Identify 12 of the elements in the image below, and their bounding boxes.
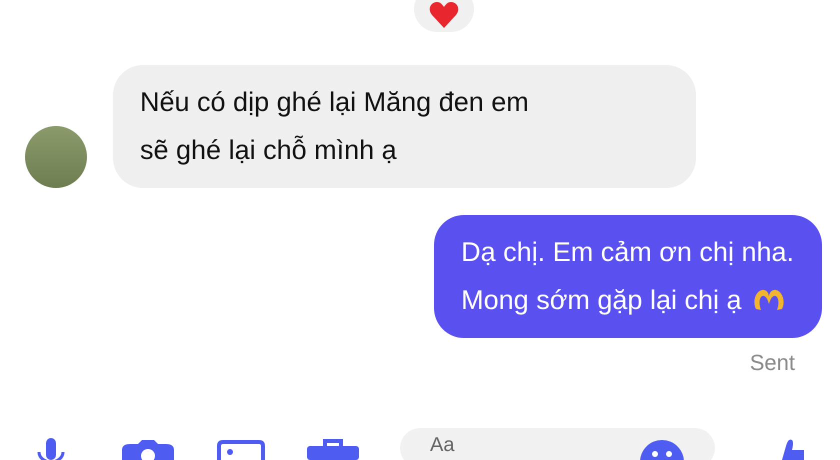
message-input[interactable]: Aa — [400, 428, 715, 460]
image-icon[interactable] — [217, 440, 265, 460]
message-status: Sent — [750, 350, 795, 376]
briefcase-icon[interactable] — [307, 438, 359, 460]
message-text: Dạ chị. Em cảm ơn chị nha. — [461, 236, 794, 269]
heart-icon — [429, 2, 459, 28]
message-text: Mong sớm gặp lại chị ạ — [461, 284, 742, 317]
microphone-icon[interactable] — [36, 438, 66, 460]
smiley-icon[interactable] — [640, 440, 684, 460]
message-text: Nếu có dịp ghé lại Măng đen em — [140, 86, 529, 119]
message-text: sẽ ghé lại chỗ mình ạ — [140, 134, 397, 167]
camera-icon[interactable] — [122, 440, 174, 460]
